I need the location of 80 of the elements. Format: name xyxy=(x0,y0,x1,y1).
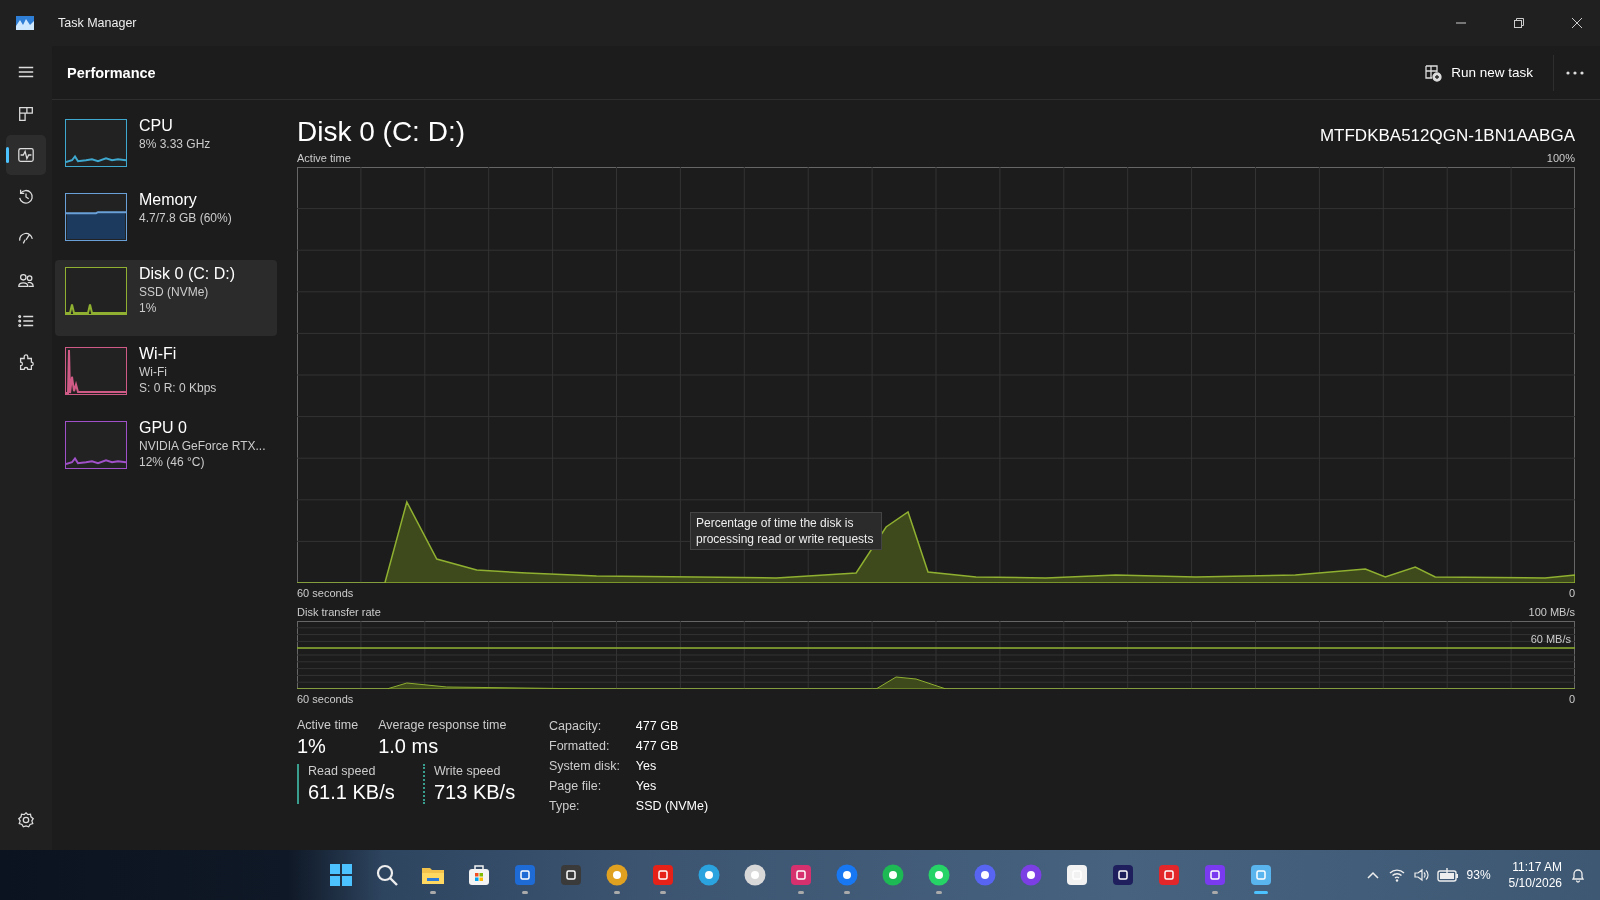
device-name: GPU 0 xyxy=(139,418,188,438)
scale-label: 60 MB/s xyxy=(1530,633,1571,645)
list-icon xyxy=(17,312,35,330)
add-task-icon xyxy=(1424,63,1443,82)
property-label: Type: xyxy=(549,798,581,815)
pulse-icon xyxy=(17,146,35,164)
battery-icon[interactable] xyxy=(1436,867,1459,883)
device-detail: 1% xyxy=(139,300,158,316)
device-item[interactable]: CPU 8% 3.33 GHz xyxy=(55,112,277,182)
wifi-icon[interactable] xyxy=(1388,867,1405,883)
device-detail: S: 0 R: 0 Kbps xyxy=(139,380,217,396)
device-detail: Wi-Fi xyxy=(139,364,168,380)
stat-label: Write speed xyxy=(434,764,502,778)
running-indicator xyxy=(660,891,666,894)
bag-icon xyxy=(467,863,491,887)
graph-label: Active time xyxy=(297,152,351,164)
stat-value: 1.0 ms xyxy=(378,735,440,758)
property-label: Capacity: xyxy=(549,718,603,735)
history-icon xyxy=(17,187,35,206)
graph-min-label: 0 xyxy=(1568,693,1575,705)
device-detail: 8% 3.33 GHz xyxy=(139,136,211,152)
more-options-icon[interactable] xyxy=(1566,70,1584,75)
stat-label: Active time xyxy=(297,718,359,732)
page-title: Performance xyxy=(67,64,156,81)
stat-value: 1% xyxy=(297,735,327,758)
time-axis-label: 60 seconds xyxy=(297,587,354,599)
app-icon xyxy=(16,16,34,30)
stat-label: Read speed xyxy=(308,764,377,778)
window-title: Task Manager xyxy=(58,16,137,30)
property-label: Formatted: xyxy=(549,738,611,755)
device-name: CPU xyxy=(139,116,174,136)
device-name: Wi-Fi xyxy=(139,344,178,364)
running-indicator xyxy=(430,891,436,894)
running-indicator xyxy=(936,891,942,894)
tooltip: Percentage of time the disk is processing read or write requests xyxy=(690,512,882,550)
running-indicator xyxy=(1212,891,1218,894)
run-new-task-button[interactable]: Run new task xyxy=(1412,57,1545,88)
stat-label: Average response time xyxy=(378,718,507,732)
device-detail: SSD (NVMe) xyxy=(139,284,210,300)
running-indicator xyxy=(844,891,850,894)
device-detail: 12% (46 °C) xyxy=(139,454,206,470)
running-indicator xyxy=(614,891,620,894)
property-value: SSD (NVMe) xyxy=(635,798,709,815)
running-indicator xyxy=(522,891,528,894)
clock-time[interactable]: 11:17 AM xyxy=(1512,859,1562,875)
property-value: 477 GB xyxy=(635,718,680,735)
property-value: 477 GB xyxy=(635,738,680,755)
device-name: Disk 0 (C: D:) xyxy=(139,264,235,284)
property-label: System disk: xyxy=(549,758,620,775)
stat-value: 713 KB/s xyxy=(434,781,517,804)
stat-value: 61.1 KB/s xyxy=(308,781,396,804)
clock-date[interactable]: 5/10/2026 xyxy=(1508,875,1562,891)
device-item[interactable]: Memory 4.7/7.8 GB (60%) xyxy=(55,186,277,256)
time-axis-label: 60 seconds xyxy=(297,693,354,705)
device-item[interactable]: GPU 0 NVIDIA GeForce RTX... 12% (46 °C) xyxy=(55,414,277,484)
start-icon xyxy=(329,863,353,887)
device-detail: 4.7/7.8 GB (60%) xyxy=(139,210,232,226)
notification-bell-icon[interactable] xyxy=(1570,867,1586,883)
settings-icon xyxy=(17,811,35,829)
device-model: MTFDKBA512QGN-1BN1AABGA xyxy=(1319,126,1575,146)
device-title: Disk 0 (C: D:) xyxy=(297,116,465,148)
running-indicator xyxy=(798,891,804,894)
volume-icon[interactable] xyxy=(1412,867,1429,883)
device-detail: NVIDIA GeForce RTX... xyxy=(139,438,266,454)
property-label: Page file: xyxy=(549,778,603,795)
graph-max-label: 100 MB/s xyxy=(1528,606,1575,618)
graph-max-label: 100% xyxy=(1546,152,1575,164)
graph-min-label: 0 xyxy=(1568,587,1575,599)
running-indicator xyxy=(1254,891,1268,894)
grid-icon xyxy=(17,104,35,123)
search-icon xyxy=(375,863,399,887)
device-item[interactable]: Wi-Fi Wi-Fi S: 0 R: 0 Kbps xyxy=(55,340,277,410)
graph-label: Disk transfer rate xyxy=(297,606,381,618)
puzzle-icon xyxy=(17,353,35,372)
property-value: Yes xyxy=(635,758,658,775)
nav-button[interactable] xyxy=(6,135,46,175)
battery-percent: 93% xyxy=(1466,868,1491,882)
property-value: Yes xyxy=(635,778,658,795)
device-item[interactable]: Disk 0 (C: D:) SSD (NVMe) 1% xyxy=(55,260,277,336)
device-name: Memory xyxy=(139,190,198,210)
